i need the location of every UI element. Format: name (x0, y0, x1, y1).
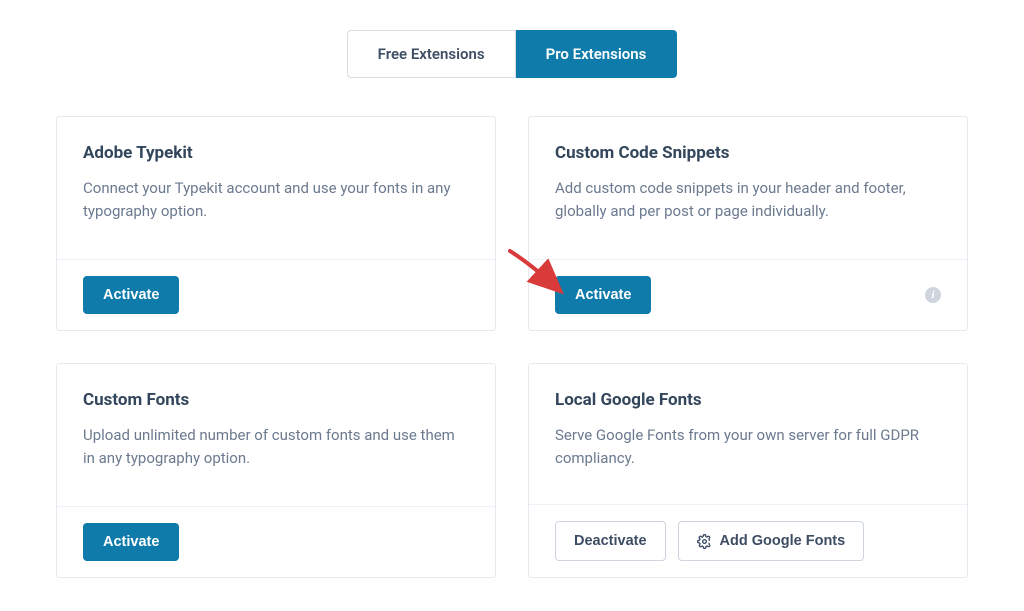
card-footer: Deactivate Add Google Fonts (529, 504, 967, 577)
card-body: Custom Fonts Upload unlimited number of … (57, 364, 495, 506)
card-description: Upload unlimited number of custom fonts … (83, 424, 469, 471)
card-title: Local Google Fonts (555, 390, 941, 410)
activate-button[interactable]: Activate (555, 276, 651, 314)
card-description: Add custom code snippets in your header … (555, 177, 941, 224)
deactivate-button[interactable]: Deactivate (555, 521, 666, 561)
card-custom-code-snippets: Custom Code Snippets Add custom code sni… (528, 116, 968, 331)
card-body: Local Google Fonts Serve Google Fonts fr… (529, 364, 967, 504)
info-icon[interactable]: i (925, 287, 941, 303)
card-adobe-typekit: Adobe Typekit Connect your Typekit accou… (56, 116, 496, 331)
card-title: Custom Fonts (83, 390, 469, 410)
extensions-grid: Adobe Typekit Connect your Typekit accou… (56, 116, 968, 578)
card-title: Custom Code Snippets (555, 143, 941, 163)
card-footer: Activate (57, 259, 495, 330)
card-body: Adobe Typekit Connect your Typekit accou… (57, 117, 495, 259)
card-footer: Activate i (529, 259, 967, 330)
card-local-google-fonts: Local Google Fonts Serve Google Fonts fr… (528, 363, 968, 578)
add-google-fonts-button[interactable]: Add Google Fonts (678, 521, 865, 561)
tab-pro-extensions[interactable]: Pro Extensions (516, 30, 678, 78)
activate-button[interactable]: Activate (83, 523, 179, 561)
tab-free-extensions[interactable]: Free Extensions (347, 30, 516, 78)
extension-tabs: Free Extensions Pro Extensions (0, 30, 1024, 78)
card-footer: Activate (57, 506, 495, 577)
gear-icon (697, 534, 712, 549)
card-title: Adobe Typekit (83, 143, 469, 163)
card-description: Connect your Typekit account and use you… (83, 177, 469, 224)
card-body: Custom Code Snippets Add custom code sni… (529, 117, 967, 259)
card-custom-fonts: Custom Fonts Upload unlimited number of … (56, 363, 496, 578)
card-description: Serve Google Fonts from your own server … (555, 424, 941, 471)
add-google-fonts-label: Add Google Fonts (720, 533, 846, 549)
activate-button[interactable]: Activate (83, 276, 179, 314)
